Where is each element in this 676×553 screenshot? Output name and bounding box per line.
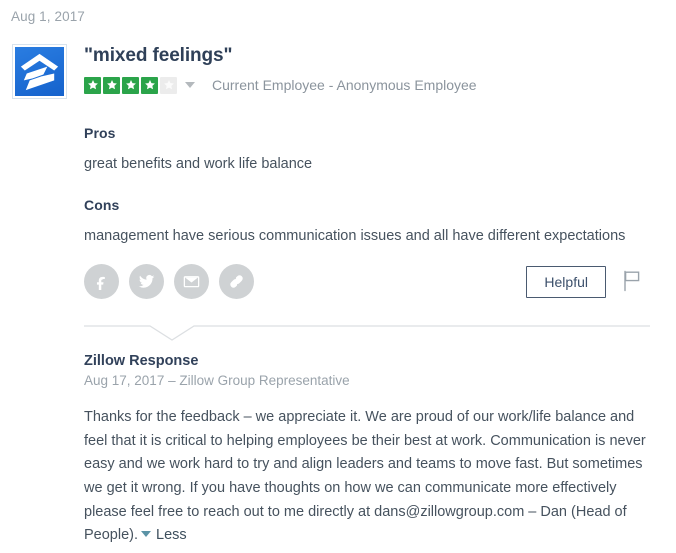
- email-icon: [182, 272, 201, 291]
- link-icon: [227, 272, 246, 291]
- cons-section: Cons management have serious communicati…: [84, 197, 656, 247]
- helpful-button[interactable]: Helpful: [526, 266, 606, 298]
- share-link-button[interactable]: [219, 264, 254, 299]
- pros-text: great benefits and work life balance: [84, 156, 313, 172]
- caret-down-icon: [141, 531, 152, 538]
- company-logo[interactable]: [12, 44, 67, 99]
- less-toggle-label: Less: [156, 527, 187, 544]
- zillow-logo-icon: [15, 47, 64, 96]
- less-toggle-button[interactable]: Less: [141, 527, 187, 543]
- pros-label: Pros: [84, 125, 116, 141]
- twitter-icon: [137, 272, 156, 291]
- cons-label: Cons: [84, 197, 120, 213]
- actions-row: Helpful: [84, 264, 656, 308]
- review-header: "mixed feelings" Current Employee - Anon…: [84, 45, 656, 94]
- star-icon-1: [84, 76, 101, 94]
- star-icon-5: [160, 76, 177, 94]
- star-rating: [84, 76, 179, 94]
- share-facebook-button[interactable]: [84, 264, 119, 299]
- response-meta: Aug 17, 2017 – Zillow Group Representati…: [84, 373, 350, 388]
- flag-icon: [622, 270, 644, 292]
- review-title: "mixed feelings": [84, 45, 233, 66]
- response-divider: [84, 325, 650, 343]
- response-body: Thanks for the feedback – we appreciate …: [84, 406, 658, 548]
- review-card: Aug 1, 2017 "mixed feelings" Current Emp…: [0, 0, 676, 553]
- cons-text: management have serious communication is…: [84, 228, 626, 244]
- share-buttons: [84, 264, 254, 299]
- facebook-icon: [93, 273, 110, 290]
- star-icon-4: [141, 76, 158, 94]
- review-date: Aug 1, 2017: [11, 9, 85, 24]
- star-icon-3: [122, 76, 139, 94]
- response-title: Zillow Response: [84, 353, 199, 369]
- rating-chevron-down-icon[interactable]: [185, 82, 195, 89]
- employee-status: Current Employee - Anonymous Employee: [212, 77, 477, 94]
- pros-section: Pros great benefits and work life balanc…: [84, 125, 656, 175]
- share-twitter-button[interactable]: [129, 264, 164, 299]
- employer-response: Zillow Response Aug 17, 2017 – Zillow Gr…: [84, 353, 658, 548]
- response-body-text: Thanks for the feedback – we appreciate …: [84, 409, 646, 544]
- share-email-button[interactable]: [174, 264, 209, 299]
- rating-row: Current Employee - Anonymous Employee: [84, 76, 656, 94]
- flag-report-button[interactable]: [622, 270, 644, 294]
- star-icon-2: [103, 76, 120, 94]
